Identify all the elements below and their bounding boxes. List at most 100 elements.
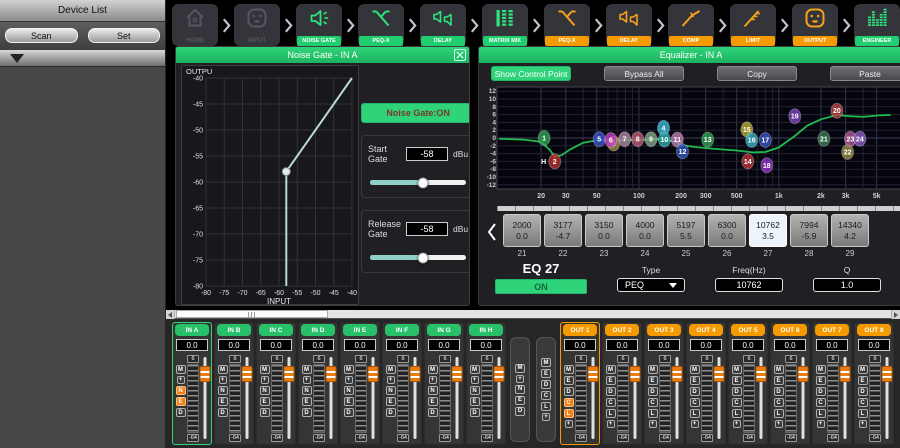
- strip-button-c[interactable]: C: [648, 398, 658, 407]
- eq-band-21[interactable]: 20000.021: [503, 214, 541, 258]
- strip-button-n[interactable]: N: [260, 386, 270, 395]
- strip-button-e[interactable]: E: [344, 397, 354, 406]
- eq-band-25[interactable]: 51975.525: [667, 214, 705, 258]
- fader[interactable]: [410, 353, 420, 442]
- strip-button-plus[interactable]: +: [775, 420, 783, 428]
- strip-button-c[interactable]: C: [606, 398, 616, 407]
- fader[interactable]: [452, 353, 462, 442]
- channel-strip-in-g[interactable]: IN G0.0M+NED6-64: [424, 322, 464, 445]
- fader[interactable]: [672, 353, 682, 442]
- eq-band-27[interactable]: 107623.527: [749, 214, 787, 258]
- strip-button-d[interactable]: D: [470, 408, 480, 417]
- strip-button-plus[interactable]: +: [387, 376, 395, 384]
- strip-button-n[interactable]: N: [218, 386, 228, 395]
- channel-strip-in-e[interactable]: IN E0.0M+NED6-64: [340, 322, 380, 445]
- strip-button-e[interactable]: E: [302, 397, 312, 406]
- eq-point-9[interactable]: 9: [645, 132, 657, 147]
- channel-strip-in-h[interactable]: IN H0.0M+NED6-64: [466, 322, 506, 445]
- toolbar-item-delay[interactable]: DELAY: [420, 4, 466, 46]
- fader-handle[interactable]: [798, 366, 809, 382]
- strip-button-e[interactable]: E: [541, 369, 551, 378]
- fader-handle[interactable]: [756, 366, 767, 382]
- strip-button-m[interactable]: M: [176, 365, 186, 374]
- equalizer-graph-scrollbar[interactable]: [497, 206, 900, 211]
- set-button[interactable]: Set: [88, 28, 161, 43]
- bypass-all-button[interactable]: Bypass All: [604, 66, 684, 81]
- paste-button[interactable]: Paste: [830, 66, 900, 81]
- toolbar-item-engineer[interactable]: ENGINEER: [854, 4, 900, 46]
- strip-button-plus[interactable]: +: [303, 376, 311, 384]
- toolbar-item-noise-gate[interactable]: NOISE GATE: [296, 4, 342, 46]
- strip-button-n[interactable]: N: [302, 386, 312, 395]
- strip-button-c[interactable]: C: [774, 398, 784, 407]
- eq-band-29[interactable]: 143404.229: [831, 214, 869, 258]
- strip-button-e[interactable]: E: [428, 397, 438, 406]
- eq-point-14[interactable]: 14: [742, 154, 754, 169]
- scan-button[interactable]: Scan: [5, 28, 78, 43]
- strip-button-l[interactable]: L: [541, 402, 551, 411]
- channel-strip-out-8[interactable]: OUT 80.0MEDCL+6-64: [854, 322, 894, 445]
- q-field[interactable]: 1.0: [813, 278, 881, 292]
- eq-point-17[interactable]: 17: [759, 133, 771, 148]
- strip-button-plus[interactable]: +: [542, 413, 550, 421]
- fader-handle[interactable]: [840, 366, 851, 382]
- fader-handle[interactable]: [284, 366, 295, 382]
- strip-button-n[interactable]: N: [386, 386, 396, 395]
- channel-strip-out-7[interactable]: OUT 70.0MEDCL+6-64: [812, 322, 852, 445]
- strip-button-d[interactable]: D: [774, 387, 784, 396]
- eq-band-26[interactable]: 63000.026: [708, 214, 746, 258]
- close-button[interactable]: [454, 49, 466, 61]
- strip-button-c[interactable]: C: [858, 398, 868, 407]
- strip-button-l[interactable]: L: [816, 409, 826, 418]
- strip-button-plus[interactable]: +: [219, 376, 227, 384]
- strip-button-c[interactable]: C: [690, 398, 700, 407]
- strip-button-e[interactable]: E: [386, 397, 396, 406]
- strip-button-m[interactable]: M: [260, 365, 270, 374]
- fader-handle[interactable]: [200, 366, 211, 382]
- strip-button-e[interactable]: E: [732, 376, 742, 385]
- strip-button-plus[interactable]: +: [733, 420, 741, 428]
- strip-button-e[interactable]: E: [218, 397, 228, 406]
- strip-button-c[interactable]: C: [732, 398, 742, 407]
- strip-button-n[interactable]: N: [428, 386, 438, 395]
- strip-button-m[interactable]: M: [648, 365, 658, 374]
- strip-button-plus[interactable]: +: [649, 420, 657, 428]
- eq-point-12[interactable]: 12: [677, 144, 689, 159]
- fader[interactable]: [242, 353, 252, 442]
- strip-button-d[interactable]: D: [564, 387, 574, 396]
- strip-button-c[interactable]: C: [541, 391, 551, 400]
- eq-point-20[interactable]: 20: [831, 103, 843, 118]
- channel-strip-out-3[interactable]: OUT 30.0MEDCL+6-64: [644, 322, 684, 445]
- strip-button-m[interactable]: M: [564, 365, 574, 374]
- strip-button-d[interactable]: D: [176, 408, 186, 417]
- toolbar-item-home[interactable]: HOME: [172, 4, 218, 46]
- fader-handle[interactable]: [588, 366, 599, 382]
- strip-button-plus[interactable]: +: [817, 420, 825, 428]
- slider-handle[interactable]: [417, 252, 428, 263]
- fader-handle[interactable]: [368, 366, 379, 382]
- release-gate-value[interactable]: -58: [406, 222, 448, 236]
- strip-button-plus[interactable]: +: [565, 420, 573, 428]
- strip-button-m[interactable]: M: [541, 358, 551, 367]
- fader[interactable]: [368, 353, 378, 442]
- strip-button-plus[interactable]: +: [429, 376, 437, 384]
- scrollbar-thumb[interactable]: [176, 310, 328, 318]
- eq-on-button[interactable]: ON: [495, 279, 587, 294]
- eq-point-21[interactable]: 21: [818, 131, 830, 146]
- eq-point-18[interactable]: 18: [761, 158, 773, 173]
- gate-threshold-handle[interactable]: [282, 168, 290, 176]
- channel-strip-in-d[interactable]: IN D0.0M+NED6-64: [298, 322, 338, 445]
- show-control-point-button[interactable]: Show Control Point: [491, 66, 571, 81]
- strip-button-d[interactable]: D: [218, 408, 228, 417]
- channel-strip-out-6[interactable]: OUT 60.0MEDCL+6-64: [770, 322, 810, 445]
- channel-strip-out-2[interactable]: OUT 20.0MEDCL+6-64: [602, 322, 642, 445]
- fader[interactable]: [840, 353, 850, 442]
- strip-button-l[interactable]: L: [732, 409, 742, 418]
- channel-strip-out-1[interactable]: OUT 10.0MEDCL+6-64: [560, 322, 600, 445]
- strip-button-m[interactable]: M: [774, 365, 784, 374]
- strip-button-d[interactable]: D: [541, 380, 551, 389]
- strip-button-e[interactable]: E: [816, 376, 826, 385]
- strip-button-d[interactable]: D: [428, 408, 438, 417]
- strip-button-d[interactable]: D: [386, 408, 396, 417]
- fader[interactable]: [756, 353, 766, 442]
